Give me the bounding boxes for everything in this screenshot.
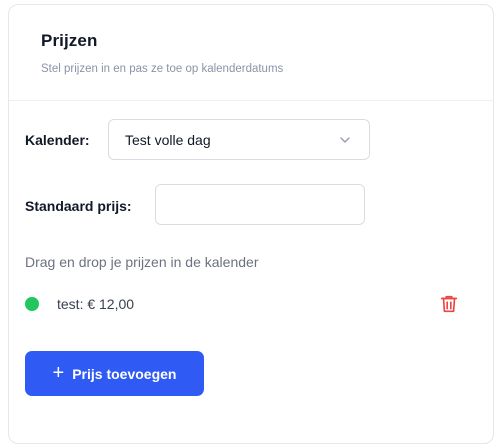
card-header: Prijzen Stel prijzen in en pas ze toe op… bbox=[9, 5, 493, 101]
price-item-label: test: € 12,00 bbox=[57, 296, 135, 312]
plus-icon: + bbox=[52, 361, 65, 384]
calendar-label: Kalender: bbox=[25, 132, 90, 148]
price-color-dot bbox=[25, 297, 39, 311]
default-price-input[interactable] bbox=[155, 184, 365, 225]
add-price-button[interactable]: + Prijs toevoegen bbox=[25, 351, 204, 396]
page-title: Prijzen bbox=[41, 31, 98, 50]
chevron-down-icon bbox=[340, 137, 350, 143]
page-subtitle: Stel prijzen in en pas ze toe op kalende… bbox=[41, 63, 284, 75]
price-item[interactable]: test: € 12,00 bbox=[25, 293, 485, 315]
drag-drop-hint: Drag en drop je prijzen in de kalender bbox=[25, 254, 259, 270]
calendar-select[interactable]: Test volle dag bbox=[108, 119, 370, 160]
calendar-select-value: Test volle dag bbox=[125, 131, 211, 148]
trash-icon[interactable] bbox=[438, 293, 460, 315]
default-price-label: Standaard prijs: bbox=[25, 198, 132, 214]
add-price-label: Prijs toevoegen bbox=[72, 365, 177, 382]
